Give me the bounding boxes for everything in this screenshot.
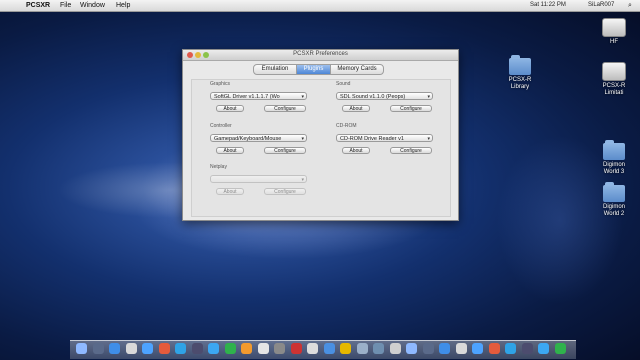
dock-app-icon[interactable] xyxy=(92,343,104,354)
graphics-configure-button[interactable]: Configure xyxy=(264,105,306,112)
menu-file[interactable]: File xyxy=(60,0,71,11)
cdrom-about-button[interactable]: About xyxy=(342,147,370,154)
dock-app-icon[interactable] xyxy=(356,343,368,354)
dock xyxy=(70,340,576,359)
controller-label: Controller xyxy=(210,123,232,129)
cdrom-plugin-value: CD-ROM Drive Reader v1 xyxy=(340,136,404,142)
desktop-icon-digimon-2[interactable]: Digimon World 2 xyxy=(596,182,632,218)
netplay-plugin-select[interactable]: ▾ xyxy=(210,175,307,183)
dock-app-icon[interactable] xyxy=(224,343,236,354)
dock-app-icon[interactable] xyxy=(340,343,351,354)
dock-app-icon[interactable] xyxy=(538,343,549,354)
graphics-plugin-value: SoftGL Driver v1.1.1.7 (Wo xyxy=(214,94,280,100)
graphics-about-button[interactable]: About xyxy=(216,105,244,112)
desktop-icon-label: PCSX-R Limitati xyxy=(602,83,626,96)
graphics-plugin-select[interactable]: SoftGL Driver v1.1.1.7 (Wo ▾ xyxy=(210,92,307,100)
menu-user[interactable]: SiLaR007 xyxy=(588,0,614,11)
dock-app-icon[interactable] xyxy=(422,343,434,354)
graphics-label: Graphics xyxy=(210,81,231,87)
tab-emulation[interactable]: Emulation xyxy=(253,64,297,75)
desktop-icon-label: Digimon World 3 xyxy=(602,162,625,175)
dock-app-icon[interactable] xyxy=(290,343,302,354)
dock-app-icon[interactable] xyxy=(455,343,467,354)
dock-app-icon[interactable] xyxy=(554,343,566,354)
dock-app-icon[interactable] xyxy=(389,343,401,354)
menu-bar: PCSXR File Window Help Sat 11:22 PM SiLa… xyxy=(0,0,640,12)
menu-window[interactable]: Window xyxy=(80,0,105,11)
tab-memory-cards[interactable]: Memory Cards xyxy=(330,64,384,75)
dock-app-icon[interactable] xyxy=(125,343,137,354)
menu-help[interactable]: Help xyxy=(116,0,130,11)
dock-app-icon[interactable] xyxy=(208,343,219,354)
controller-plugin-value: Gamepad/Keyboard/Mouse xyxy=(214,136,282,142)
dock-app-icon[interactable] xyxy=(274,343,285,354)
cdrom-configure-button[interactable]: Configure xyxy=(390,147,432,154)
desktop-icon-label: Digimon World 2 xyxy=(602,204,625,217)
window-titlebar[interactable]: PCSXR Preferences xyxy=(183,50,458,61)
chevron-down-icon: ▾ xyxy=(301,177,304,183)
dock-app-icon[interactable] xyxy=(76,343,87,354)
drive-icon xyxy=(602,18,626,37)
netplay-configure-button[interactable]: Configure xyxy=(264,188,306,195)
dock-app-icon[interactable] xyxy=(505,343,516,354)
dock-app-icon[interactable] xyxy=(241,343,252,354)
window-title: PCSXR Preferences xyxy=(293,51,348,57)
dock-app-icon[interactable] xyxy=(521,343,533,354)
dock-app-icon[interactable] xyxy=(323,343,335,354)
dock-app-icon[interactable] xyxy=(472,343,483,354)
dock-app-icon[interactable] xyxy=(191,343,203,354)
desktop-icon-pcsxr-limitati[interactable]: PCSX-R Limitati xyxy=(596,62,632,97)
tab-plugins[interactable]: Plugins xyxy=(296,64,331,75)
spotlight-icon[interactable]: ⌕ xyxy=(628,0,632,11)
dock-app-icon[interactable] xyxy=(406,343,417,354)
desktop-icon-pcsxr-library[interactable]: PCSX-R Library xyxy=(502,55,538,91)
menu-clock[interactable]: Sat 11:22 PM xyxy=(530,0,566,11)
controller-plugin-select[interactable]: Gamepad/Keyboard/Mouse ▾ xyxy=(210,134,307,142)
desktop-icon-digimon-3[interactable]: Digimon World 3 xyxy=(596,140,632,176)
folder-icon xyxy=(603,182,625,202)
desktop-icon-label: PCSX-R Library xyxy=(508,77,532,90)
plugins-panel: Graphics SoftGL Driver v1.1.1.7 (Wo ▾ Abo… xyxy=(191,79,451,217)
desktop-icon-label: HF xyxy=(610,39,618,45)
preferences-window: PCSXR Preferences Emulation Plugins Memo… xyxy=(182,49,459,221)
chevron-down-icon: ▾ xyxy=(301,94,304,100)
dock-app-icon[interactable] xyxy=(109,343,120,354)
chevron-down-icon: ▾ xyxy=(427,94,430,100)
sound-plugin-value: SDL Sound v1.1.0 (Peops) xyxy=(340,94,406,100)
folder-icon xyxy=(509,55,531,75)
dock-app-icon[interactable] xyxy=(488,343,500,354)
dock-app-icon[interactable] xyxy=(373,343,384,354)
sound-configure-button[interactable]: Configure xyxy=(390,105,432,112)
sound-about-button[interactable]: About xyxy=(342,105,370,112)
dock-app-icon[interactable] xyxy=(439,343,450,354)
cdrom-plugin-select[interactable]: CD-ROM Drive Reader v1 ▾ xyxy=(336,134,433,142)
sound-label: Sound xyxy=(336,81,351,87)
dock-app-icon[interactable] xyxy=(307,343,318,354)
dock-app-icon[interactable] xyxy=(142,343,153,354)
controller-configure-button[interactable]: Configure xyxy=(264,147,306,154)
menu-app-name[interactable]: PCSXR xyxy=(26,0,50,11)
desktop-icon-hf[interactable]: HF xyxy=(596,18,632,46)
sound-plugin-select[interactable]: SDL Sound v1.1.0 (Peops) ▾ xyxy=(336,92,433,100)
chevron-down-icon: ▾ xyxy=(301,136,304,142)
chevron-down-icon: ▾ xyxy=(427,136,430,142)
folder-icon xyxy=(603,140,625,160)
cdrom-label: CD-ROM xyxy=(336,123,357,129)
dock-app-icon[interactable] xyxy=(175,343,186,354)
dock-app-icon[interactable] xyxy=(158,343,170,354)
dock-app-icon[interactable] xyxy=(257,343,269,354)
netplay-label: Netplay xyxy=(210,164,227,170)
controller-about-button[interactable]: About xyxy=(216,147,244,154)
drive-icon xyxy=(602,62,626,81)
netplay-about-button[interactable]: About xyxy=(216,188,244,195)
